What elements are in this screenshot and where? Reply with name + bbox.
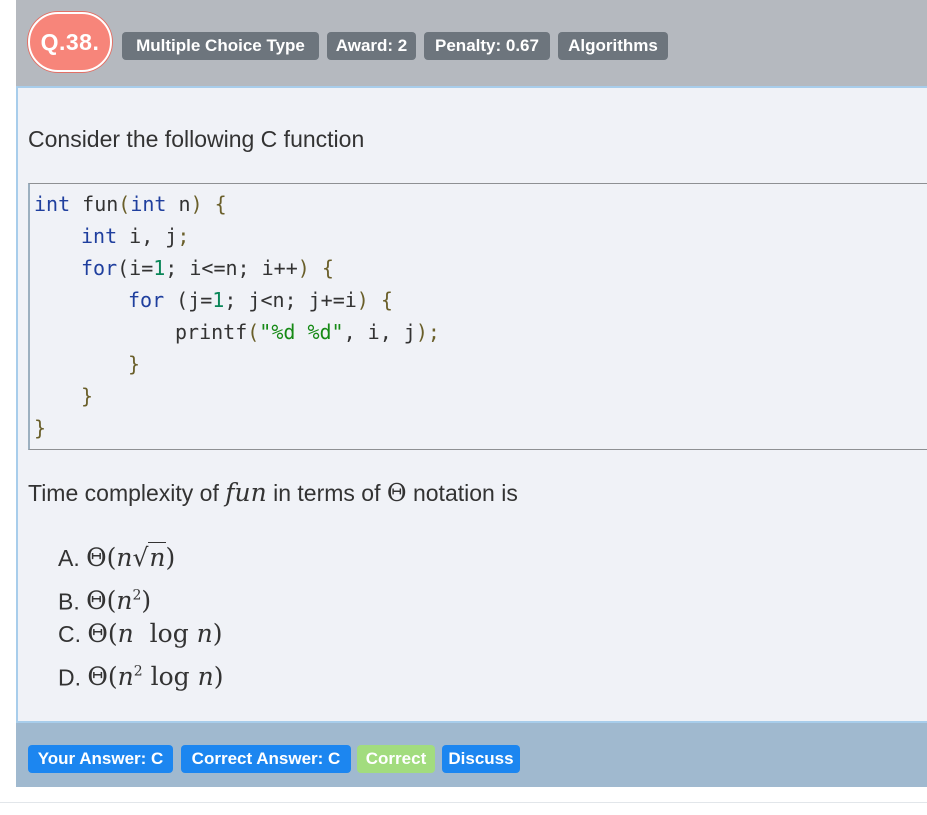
code-line-3: for(i=1; i<=n; i++) { [81,256,334,280]
option-a-math: Θ(n√n) [86,542,176,572]
penalty-tag: Penalty: 0.67 [424,32,550,60]
code-block: int fun(int n) { int i, j; for(i=1; i<=n… [28,183,927,450]
question-number-badge: Q.38. [28,12,112,72]
option-c-math: Θ(n log n) [87,619,223,648]
option-d-math: Θ(n2 log n) [87,662,224,692]
option-c[interactable]: C. Θ(n log n) [58,616,223,652]
option-b-label: B. [58,588,80,615]
code-line-1: int fun(int n) { [34,192,227,216]
option-a-label: A. [58,545,80,571]
code-line-4: for (j=1; j<n; j+=i) { [128,288,393,312]
page-divider [0,802,927,803]
option-b[interactable]: B. Θ(n2) [58,578,152,616]
award-tag: Award: 2 [327,32,416,60]
code-line-5: printf("%d %d", i, j); [175,320,440,344]
discuss-button[interactable]: Discuss [442,745,520,773]
question-text: Time complexity of fun in terms of Θ not… [28,478,518,507]
option-d[interactable]: D. Θ(n2 log n) [58,654,224,692]
code-line-7: } [81,384,94,408]
question-prompt: Consider the following C function [28,126,365,152]
correct-answer-badge: Correct Answer: C [181,745,351,773]
option-c-label: C. [58,621,81,647]
code-line-6: } [128,352,141,376]
option-a[interactable]: A. Θ(n√n) [58,540,175,576]
option-d-label: D. [58,664,81,691]
code-line-8: } [34,416,47,440]
your-answer-badge: Your Answer: C [28,745,173,773]
option-b-math: Θ(n2) [86,586,152,616]
code-line-2: int i, j; [81,224,190,248]
topic-tag[interactable]: Algorithms [558,32,668,60]
result-status-badge: Correct [357,745,435,773]
question-type-tag: Multiple Choice Type [122,32,319,60]
